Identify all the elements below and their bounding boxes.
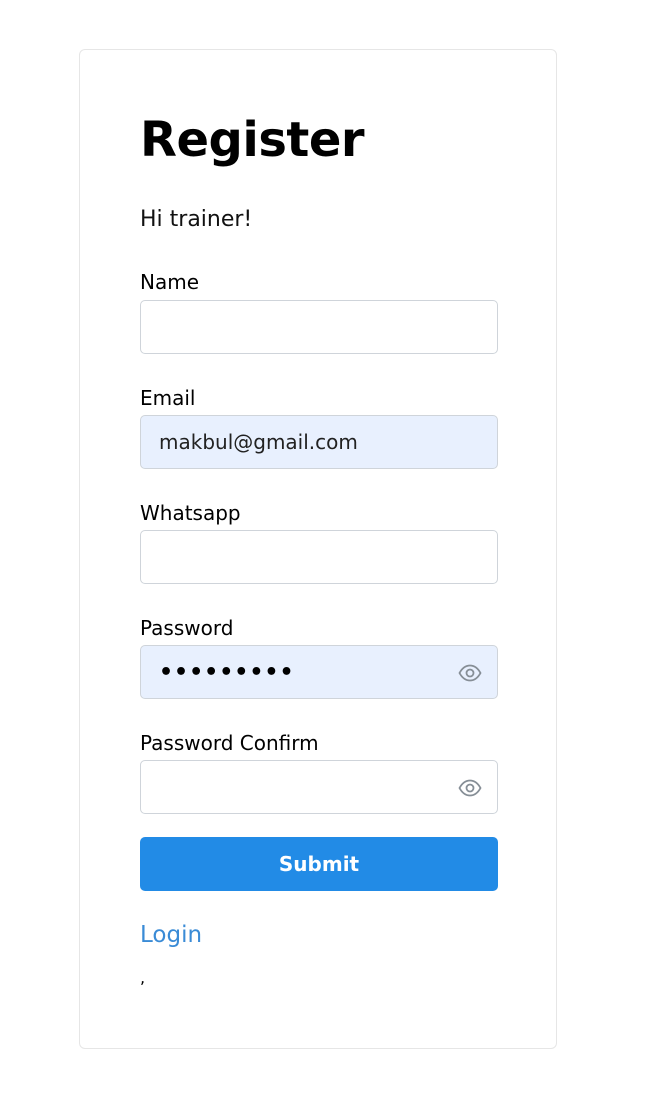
submit-button[interactable]: Submit <box>140 837 498 891</box>
password-confirm-field[interactable] <box>140 760 498 814</box>
email-input[interactable] <box>141 416 497 468</box>
subtitle: Hi trainer! <box>140 207 253 232</box>
email-label: Email <box>140 386 196 410</box>
whatsapp-field[interactable] <box>140 530 498 584</box>
password-label: Password <box>140 616 234 640</box>
password-confirm-input[interactable] <box>141 761 497 813</box>
register-card: Register Hi trainer! Name Email Whatsapp… <box>79 49 557 1049</box>
whatsapp-label: Whatsapp <box>140 501 241 525</box>
password-masked-value: ••••••••• <box>159 659 295 685</box>
name-input[interactable] <box>141 301 497 353</box>
password-confirm-label: Password Confirm <box>140 731 319 755</box>
password-field[interactable]: ••••••••• <box>140 645 498 699</box>
trailing-text: , <box>140 968 146 987</box>
whatsapp-input[interactable] <box>141 531 497 583</box>
eye-icon[interactable] <box>458 661 482 685</box>
name-field[interactable] <box>140 300 498 354</box>
eye-icon[interactable] <box>458 776 482 800</box>
login-link[interactable]: Login <box>140 922 202 948</box>
email-field[interactable] <box>140 415 498 469</box>
page-title: Register <box>140 112 365 168</box>
name-label: Name <box>140 270 200 294</box>
